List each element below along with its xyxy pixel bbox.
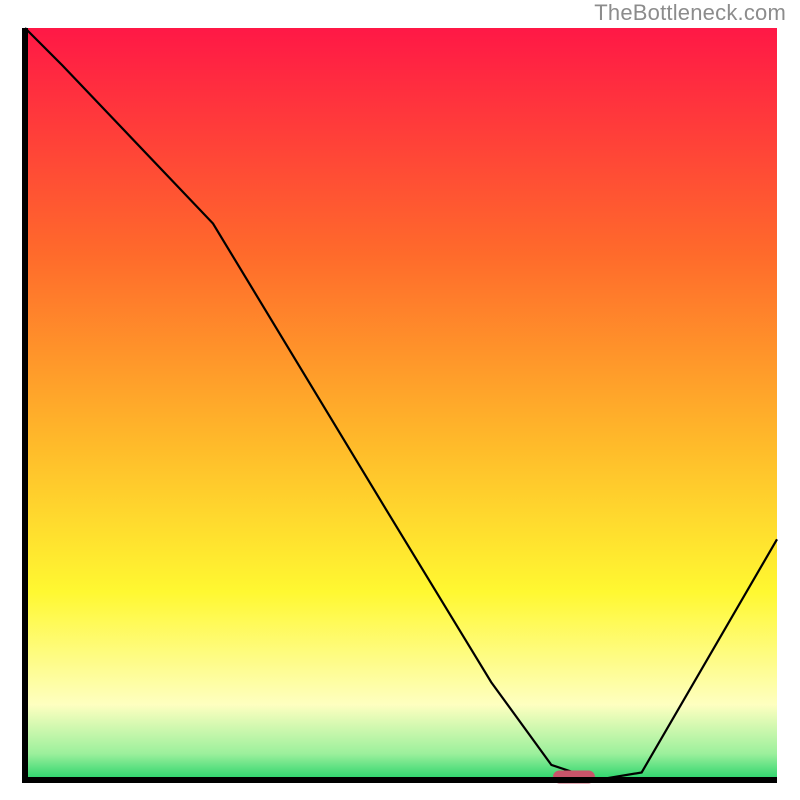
watermark-text: TheBottleneck.com bbox=[594, 0, 786, 26]
chart-background bbox=[25, 28, 777, 780]
chart-container: TheBottleneck.com bbox=[0, 0, 800, 800]
bottleneck-chart bbox=[0, 0, 800, 800]
